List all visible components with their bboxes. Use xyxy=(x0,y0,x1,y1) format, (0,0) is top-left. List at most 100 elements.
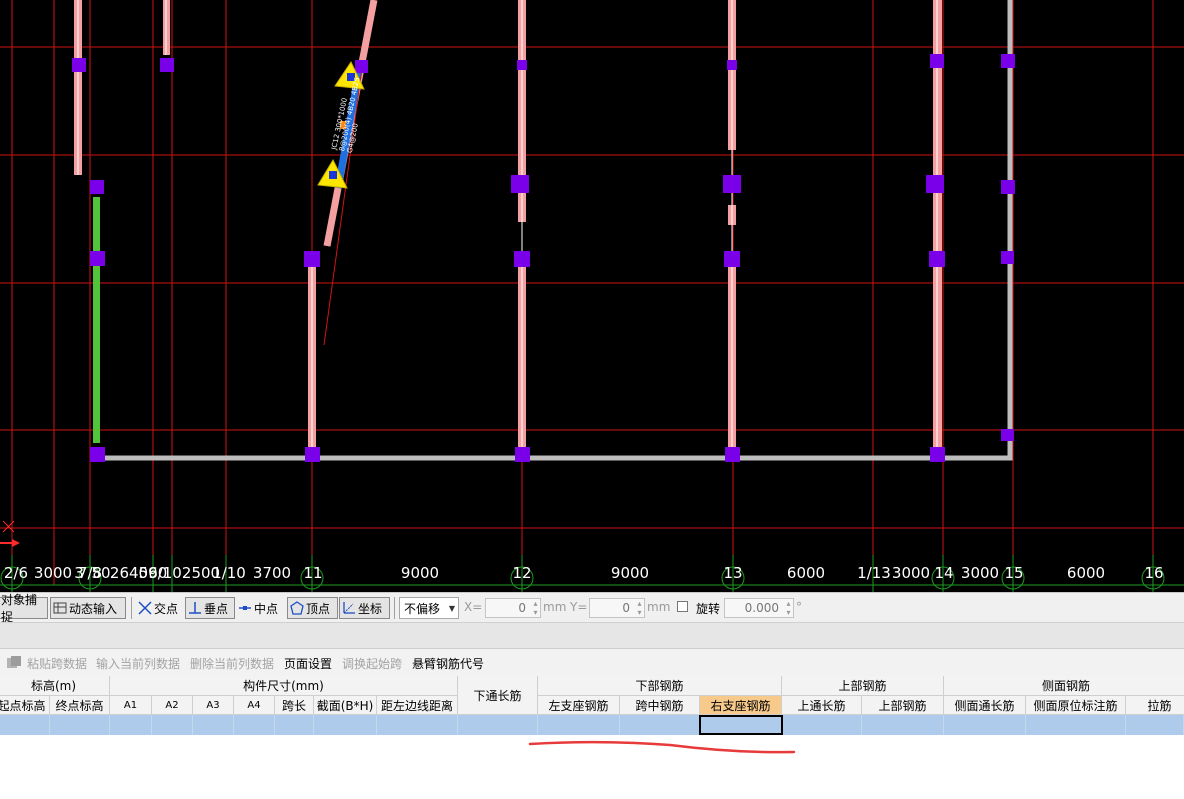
midpoint-snap-button[interactable]: 中点 xyxy=(236,597,286,619)
column[interactable] xyxy=(514,251,530,267)
column[interactable] xyxy=(1001,54,1015,68)
columns xyxy=(72,54,1015,462)
column[interactable] xyxy=(723,175,741,193)
column[interactable] xyxy=(90,251,105,266)
column[interactable] xyxy=(926,175,944,193)
header-left-support-rebar[interactable]: 左支座钢筋 xyxy=(538,696,620,715)
y-unit: mm xyxy=(647,600,671,614)
midpoint-icon xyxy=(238,601,252,615)
drawing-svg[interactable]: JC12 300*1000 8@200(4) 4B20 4B25 G4@200 xyxy=(0,0,1184,592)
header-span-length[interactable]: 跨长 xyxy=(275,696,314,715)
header-section[interactable]: 截面(B*H) xyxy=(314,696,377,715)
cell-span-length[interactable] xyxy=(275,715,314,735)
delete-column-button[interactable]: 删除当前列数据 xyxy=(190,655,274,672)
object-snap-label: 对象捕捉 xyxy=(1,593,38,624)
column[interactable] xyxy=(515,447,530,462)
column[interactable] xyxy=(1001,180,1015,194)
perpendicular-label: 垂点 xyxy=(204,601,229,616)
column[interactable] xyxy=(72,58,86,72)
column[interactable] xyxy=(511,175,529,193)
intersection-snap-button[interactable]: 交点 xyxy=(136,597,184,619)
rotate-checkbox[interactable] xyxy=(677,601,688,612)
cell-bottom-through[interactable] xyxy=(458,715,538,735)
header-side-through[interactable]: 侧面通长筋 xyxy=(944,696,1026,715)
header-right-support-rebar[interactable]: 右支座钢筋 xyxy=(700,696,782,715)
cell-a1[interactable] xyxy=(110,715,152,735)
rotate-input[interactable]: 0.000 xyxy=(724,598,794,618)
toolbar-separator xyxy=(394,597,395,619)
coordinate-snap-button[interactable]: 坐标 xyxy=(339,597,390,619)
cell-a2[interactable] xyxy=(152,715,193,735)
header-a3[interactable]: A3 xyxy=(193,696,234,715)
axis-label: 2/6 xyxy=(3,564,29,582)
cell-left-support-rebar[interactable] xyxy=(538,715,620,735)
drawing-canvas[interactable]: JC12 300*1000 8@200(4) 4B20 4B25 G4@200 … xyxy=(0,0,1184,592)
cell-left-distance[interactable] xyxy=(377,715,458,735)
column[interactable] xyxy=(727,60,737,70)
header-left-distance[interactable]: 距左边线距离 xyxy=(377,696,458,715)
cell-side-through[interactable] xyxy=(944,715,1026,735)
axis-label: 16 xyxy=(1144,564,1164,582)
cell-tie-bar[interactable] xyxy=(1126,715,1184,735)
cell-section[interactable] xyxy=(314,715,377,735)
cell-side-original[interactable] xyxy=(1026,715,1126,735)
object-snap-button[interactable]: 对象捕捉 xyxy=(0,593,48,624)
offset-mode-select[interactable]: 不偏移 ▼ xyxy=(399,597,459,619)
paste-span-button[interactable]: 粘贴跨数据 xyxy=(27,655,87,672)
column[interactable] xyxy=(1001,429,1014,441)
column[interactable] xyxy=(929,251,945,267)
column[interactable] xyxy=(355,60,368,73)
cell-right-support-rebar[interactable] xyxy=(699,715,783,735)
axis-label: 3000 xyxy=(960,564,1000,582)
cell-top-through[interactable] xyxy=(782,715,862,735)
header-top-rebar[interactable]: 上部钢筋 xyxy=(862,696,944,715)
header-bottom-through[interactable]: 下通长筋 xyxy=(458,676,538,715)
header-a2[interactable]: A2 xyxy=(152,696,193,715)
header-top-through[interactable]: 上通长筋 xyxy=(782,696,862,715)
cantilever-code-button[interactable]: 悬臂钢筋代号 xyxy=(412,655,484,672)
header-tie-bar[interactable]: 拉筋 xyxy=(1126,696,1184,715)
header-end-elevation[interactable]: 终点标高 xyxy=(50,696,110,715)
column[interactable] xyxy=(1001,251,1014,264)
axis-label: 3000 xyxy=(33,564,73,582)
cell-mid-span-rebar[interactable] xyxy=(620,715,700,735)
vertex-snap-button[interactable]: 顶点 xyxy=(287,597,338,619)
column[interactable] xyxy=(930,54,944,68)
cell-a4[interactable] xyxy=(234,715,275,735)
header-a4[interactable]: A4 xyxy=(234,696,275,715)
cell-a3[interactable] xyxy=(193,715,234,735)
cell-end-elevation[interactable] xyxy=(50,715,110,735)
cell-start-elevation[interactable] xyxy=(0,715,50,735)
paste-icon xyxy=(7,656,21,668)
header-mid-span-rebar[interactable]: 跨中钢筋 xyxy=(620,696,700,715)
x-input[interactable]: 0 xyxy=(485,598,541,618)
dynamic-input-button[interactable]: 动态输入 xyxy=(50,597,126,619)
column[interactable] xyxy=(725,447,740,462)
perpendicular-snap-button[interactable]: 垂点 xyxy=(185,597,235,619)
offset-mode-value: 不偏移 xyxy=(404,601,441,616)
column[interactable] xyxy=(304,251,320,267)
column[interactable] xyxy=(517,60,527,70)
cell-top-rebar[interactable] xyxy=(862,715,944,735)
swap-start-span-button[interactable]: 调换起始跨 xyxy=(342,655,402,672)
panel-splitter[interactable] xyxy=(0,622,1184,649)
page-setup-button[interactable]: 页面设置 xyxy=(284,655,332,672)
pentagon-icon xyxy=(290,601,304,615)
header-start-elevation[interactable]: 起点标高 xyxy=(0,696,50,715)
input-column-button[interactable]: 输入当前列数据 xyxy=(96,655,180,672)
x-unit: mm xyxy=(543,600,567,614)
column[interactable] xyxy=(724,251,740,267)
header-side-original[interactable]: 侧面原位标注筋 xyxy=(1026,696,1126,715)
header-group-elevation: 标高(m) xyxy=(0,676,110,696)
table-row[interactable] xyxy=(0,715,1184,735)
column[interactable] xyxy=(160,58,174,72)
header-a1[interactable]: A1 xyxy=(110,696,152,715)
column[interactable] xyxy=(90,180,104,194)
column[interactable] xyxy=(305,447,320,462)
x-value: 0 xyxy=(518,601,526,615)
coordinate-label: 坐标 xyxy=(358,601,383,616)
y-input[interactable]: 0 xyxy=(589,598,645,618)
column[interactable] xyxy=(90,447,105,462)
column[interactable] xyxy=(930,447,945,462)
green-wall[interactable] xyxy=(93,197,100,443)
